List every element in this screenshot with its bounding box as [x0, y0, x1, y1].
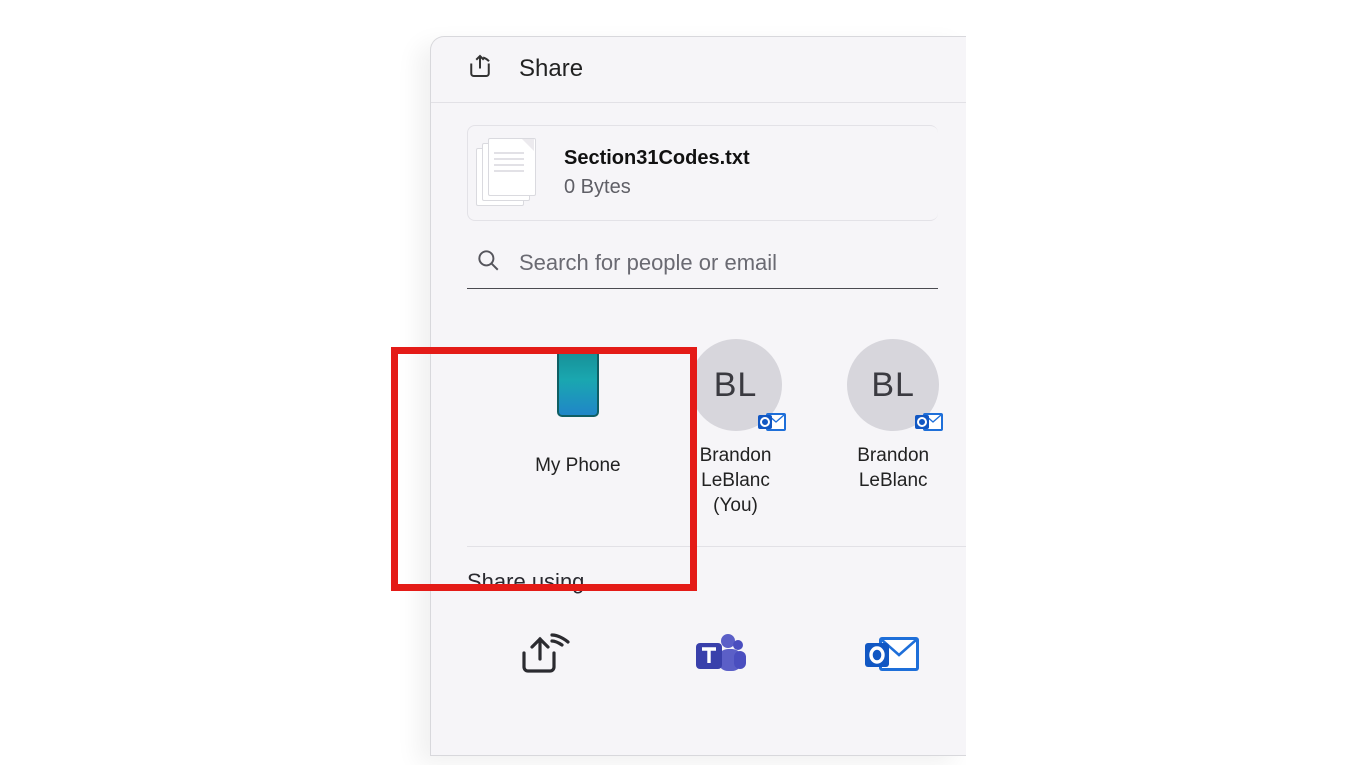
share-target-my-phone[interactable]: My Phone	[525, 339, 631, 518]
share-target-contact-you[interactable]: BL Brandon LeBlanc (You)	[683, 339, 789, 518]
share-panel: Share Section31Codes.txt 0 Bytes	[430, 36, 966, 756]
panel-title: Share	[519, 55, 583, 83]
search-row[interactable]	[467, 239, 938, 289]
share-target-label: Brandon LeBlanc	[840, 443, 946, 493]
avatar: BL	[847, 339, 939, 431]
outlook-badge-icon	[758, 409, 788, 435]
share-targets: My Phone BL Brandon LeBlan	[467, 293, 966, 547]
file-name: Section31Codes.txt	[564, 147, 750, 170]
outlook-icon	[853, 631, 931, 679]
file-meta: Section31Codes.txt 0 Bytes	[564, 147, 750, 199]
app-outlook[interactable]	[853, 631, 931, 679]
phone-icon	[532, 349, 624, 441]
avatar: BL	[690, 339, 782, 431]
search-input[interactable]	[519, 250, 928, 276]
file-size: 0 Bytes	[564, 176, 750, 199]
teams-icon	[679, 631, 757, 679]
outlook-badge-icon	[915, 409, 945, 435]
share-target-label: Brandon LeBlanc (You)	[683, 443, 789, 518]
share-target-label: My Phone	[525, 453, 631, 478]
share-using-label: Share using	[431, 547, 966, 595]
panel-header: Share	[431, 37, 966, 103]
file-card: Section31Codes.txt 0 Bytes	[467, 125, 938, 221]
nearby-share-icon	[505, 631, 583, 679]
share-apps	[431, 595, 966, 679]
share-target-contact[interactable]: BL Brandon LeBlanc	[840, 339, 946, 518]
file-icon	[476, 138, 538, 208]
share-icon	[465, 51, 495, 86]
app-teams[interactable]	[679, 631, 757, 679]
app-nearby-share[interactable]	[505, 631, 583, 679]
search-icon	[475, 247, 501, 278]
